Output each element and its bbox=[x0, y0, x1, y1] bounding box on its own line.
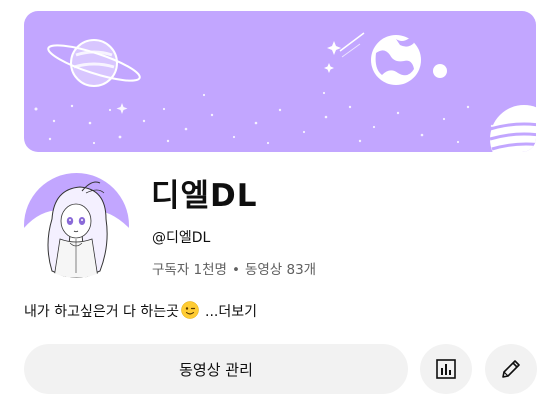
channel-description[interactable]: 내가 하고싶은거 다 하는곳 ...더보기 bbox=[24, 301, 257, 323]
more-link[interactable]: ...더보기 bbox=[205, 304, 257, 320]
channel-stats: 구독자 1천명 • 동영상 83개 bbox=[152, 260, 316, 280]
manage-videos-button[interactable]: 동영상 관리 bbox=[24, 344, 408, 394]
video-count: 동영상 83개 bbox=[244, 262, 317, 278]
description-text: 내가 하고싶은거 다 하는곳 bbox=[24, 304, 180, 320]
subscriber-count: 구독자 1천명 bbox=[152, 262, 227, 278]
anime-character-illustration bbox=[24, 173, 129, 278]
channel-avatar[interactable] bbox=[24, 173, 129, 278]
pencil-icon bbox=[502, 360, 520, 378]
bar-chart-icon bbox=[436, 359, 456, 379]
stats-separator: • bbox=[231, 262, 240, 278]
winking-face-icon bbox=[181, 301, 199, 319]
analytics-button[interactable] bbox=[420, 344, 472, 394]
channel-handle: @디엘DL bbox=[152, 230, 211, 246]
space-banner-art bbox=[34, 32, 536, 152]
channel-banner bbox=[24, 11, 536, 152]
channel-name: 디엘DL bbox=[151, 178, 258, 214]
edit-channel-button[interactable] bbox=[485, 344, 537, 394]
